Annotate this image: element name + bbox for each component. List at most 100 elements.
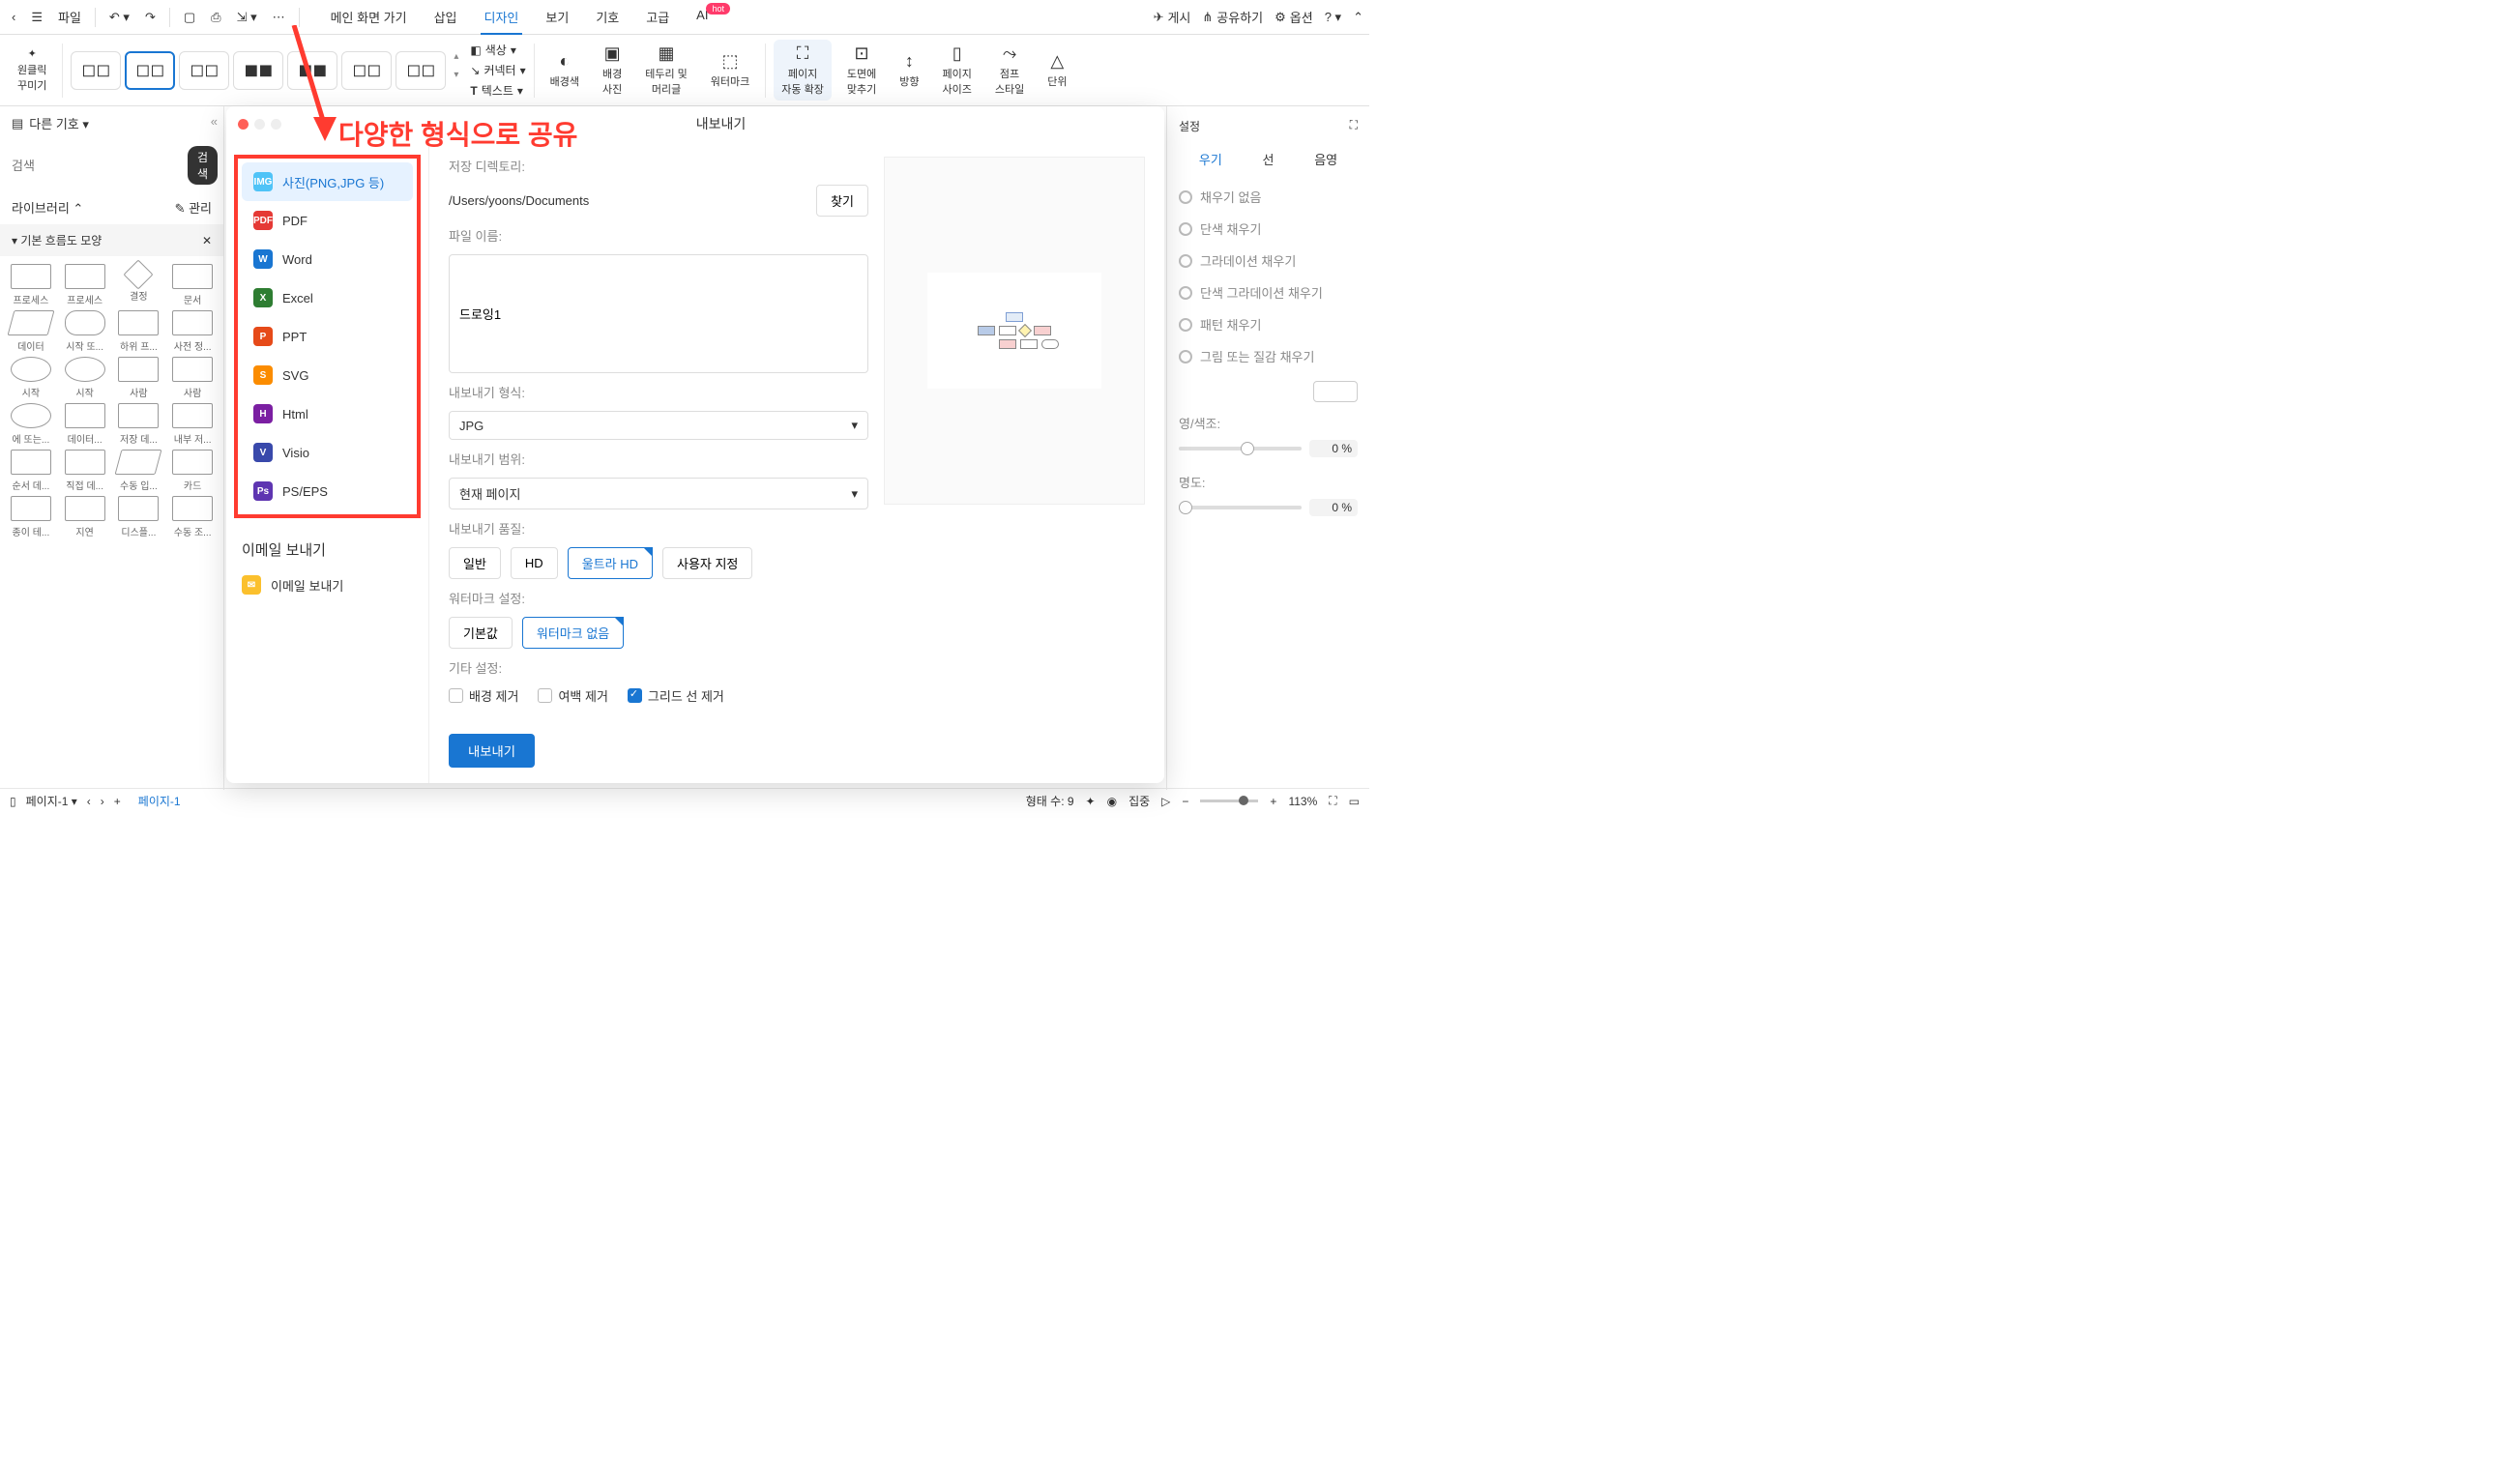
border-header-button[interactable]: ▦테두리 및 머리글 [637,40,695,101]
shape-item[interactable]: 사람 [167,357,218,399]
shape-item[interactable]: 시작 또... [60,310,110,353]
help-icon[interactable]: ? ▾ [1325,10,1341,25]
export-format-item[interactable]: VVisio [242,433,413,472]
fill-option[interactable]: 채우기 없음 [1179,188,1358,206]
opacity-slider[interactable] [1179,506,1302,509]
tab-line[interactable]: 선 [1255,146,1282,172]
watermark-option[interactable]: 워터마크 없음 [522,617,624,649]
page-selector[interactable]: 페이지-1 ▾ [26,793,77,809]
publish-button[interactable]: ✈ 게시 [1154,8,1191,26]
shape-item[interactable]: 직접 데... [60,450,110,492]
shape-item[interactable]: 사람 [114,357,164,399]
tab-fill[interactable]: 우기 [1191,146,1230,172]
focus-label[interactable]: 집중 [1128,793,1150,809]
color-dropdown[interactable]: ◧ 색상 ▾ [470,42,525,58]
zoom-out-icon[interactable]: − [1182,795,1188,808]
theme-scroll[interactable]: ▴▾ [450,51,462,90]
shape-item[interactable]: 수동 입... [114,450,164,492]
page-tab[interactable]: 페이지-1 [131,791,189,811]
unit-button[interactable]: △단위 [1040,47,1074,93]
library-toggle[interactable]: 라이브러리 ⌃ [12,198,83,217]
theme-1[interactable]: ◻◻ [71,51,121,90]
theme-7[interactable]: ◻◻ [396,51,446,90]
wand-icon[interactable]: ✦ [1086,795,1096,808]
quality-option[interactable]: 사용자 지정 [662,547,752,579]
export-format-item[interactable]: WWord [242,240,413,278]
prev-page-icon[interactable]: ‹ [87,795,91,808]
email-send-item[interactable]: ✉ 이메일 보내기 [230,566,425,604]
page-size-button[interactable]: ▯페이지 사이즈 [934,40,979,101]
play-icon[interactable]: ▷ [1161,795,1170,808]
bgcolor-button[interactable]: ◐배경색 [542,47,587,93]
oneclick-decorate[interactable]: ✦ 원클릭 꾸미기 [10,44,54,97]
export-format-item[interactable]: HHtml [242,394,413,433]
print-icon[interactable]: ⎙ [205,6,226,29]
color-swatch[interactable] [1313,381,1358,402]
shape-item[interactable]: 수동 조... [167,496,218,538]
redo-icon[interactable]: ↷ [139,6,161,29]
shape-item[interactable]: 디스플... [114,496,164,538]
theme-6[interactable]: ◻◻ [341,51,392,90]
options-button[interactable]: ⚙ 옵션 [1275,8,1313,26]
close-section-icon[interactable]: ✕ [202,234,212,247]
watermark-option[interactable]: 기본값 [449,617,513,649]
direction-button[interactable]: ↕방향 [892,47,926,93]
undo-icon[interactable]: ↶ ▾ [103,6,135,29]
search-input[interactable] [12,146,182,185]
shape-item[interactable]: 저장 데... [114,403,164,446]
manage-button[interactable]: ✎ 관리 [175,198,212,217]
zoom-slider[interactable] [1200,800,1258,802]
shape-item[interactable]: 지연 [60,496,110,538]
close-window-icon[interactable] [238,119,249,130]
collapse-ribbon-icon[interactable]: ⌃ [1353,10,1363,25]
shape-item[interactable]: 사전 정... [167,310,218,353]
export-button[interactable]: 내보내기 [449,734,535,768]
shape-item[interactable]: 데이터... [60,403,110,446]
shape-item[interactable]: 에 또는... [6,403,56,446]
tab-advanced[interactable]: 고급 [642,0,673,34]
tint-slider[interactable] [1179,447,1302,451]
theme-2[interactable]: ◻◻ [125,51,175,90]
quality-option[interactable]: 울트라 HD [568,547,653,579]
tab-shadow[interactable]: 음영 [1306,146,1345,172]
shape-item[interactable]: 시작 [60,357,110,399]
fit-width-icon[interactable]: ▭ [1349,795,1360,808]
shape-item[interactable]: 내부 저... [167,403,218,446]
shape-item[interactable]: 데이터 [6,310,56,353]
theme-4[interactable]: ◼◼ [233,51,283,90]
fill-option[interactable]: 패턴 채우기 [1179,315,1358,334]
back-icon[interactable]: ‹ [6,6,21,28]
shape-item[interactable]: 결정 [114,264,164,306]
cb-remove-margin[interactable]: 여백 제거 [538,686,607,705]
focus-mode-icon[interactable]: ◉ [1107,795,1117,808]
file-menu[interactable]: 파일 [52,4,87,30]
text-dropdown[interactable]: T 텍스트 ▾ [470,82,525,99]
export-format-item[interactable]: XExcel [242,278,413,317]
share-button[interactable]: ⋔ 공유하기 [1202,8,1263,26]
zoom-in-icon[interactable]: + [1270,795,1276,808]
tab-symbol[interactable]: 기호 [592,0,623,34]
shape-item[interactable]: 프로세스 [60,264,110,306]
fill-option[interactable]: 그라데이션 채우기 [1179,251,1358,270]
watermark-button[interactable]: ⬚워터마크 [703,47,757,93]
export-format-item[interactable]: PDFPDF [242,201,413,240]
fit-drawing-button[interactable]: ⊡도면에 맞추기 [839,40,884,101]
quality-option[interactable]: HD [511,547,558,579]
zoom-value[interactable]: 113% [1288,795,1317,808]
shape-item[interactable]: 순서 데... [6,450,56,492]
export-format-item[interactable]: PPPT [242,317,413,356]
section-header[interactable]: ▾ 기본 흐름도 모양 [12,232,102,248]
export-format-item[interactable]: IMG사진(PNG,JPG 등) [242,162,413,201]
shape-item[interactable]: 프로세스 [6,264,56,306]
jump-style-button[interactable]: ⤳점프 스타일 [987,40,1032,101]
menu-icon[interactable]: ☰ [25,6,48,29]
other-symbols-dropdown[interactable]: 다른 기호 ▾ [29,114,89,132]
export-format-item[interactable]: PsPS/EPS [242,472,413,510]
export-format-item[interactable]: SSVG [242,356,413,394]
tab-view[interactable]: 보기 [542,0,572,34]
shape-item[interactable]: 문서 [167,264,218,306]
collapse-panel-icon[interactable]: « [211,114,218,129]
fill-option[interactable]: 그림 또는 질감 채우기 [1179,347,1358,365]
cb-remove-grid[interactable]: 그리드 선 제거 [628,686,724,705]
tab-insert[interactable]: 삽입 [430,0,461,34]
